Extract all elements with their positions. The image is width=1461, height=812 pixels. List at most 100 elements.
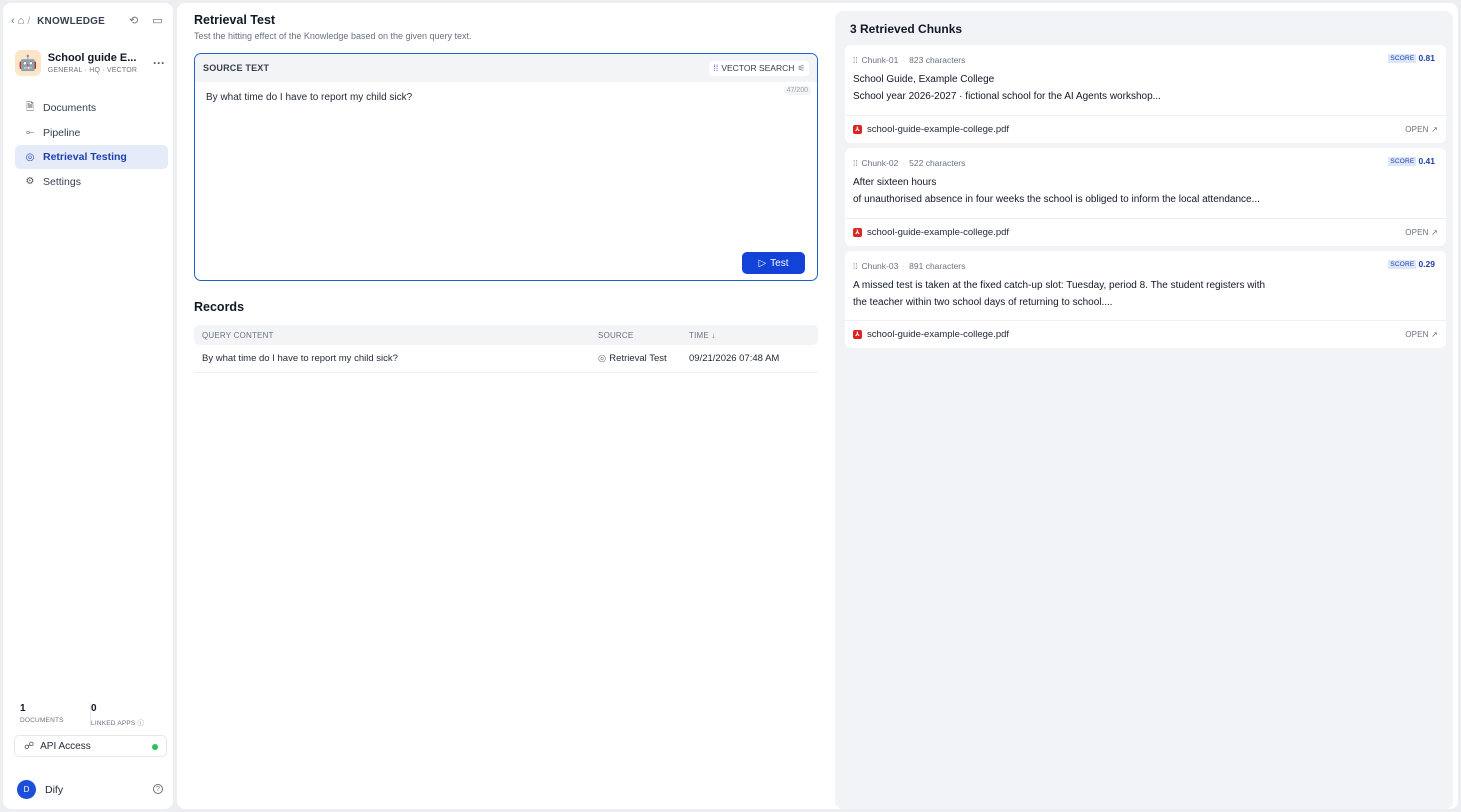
score-value: 0.29: [1418, 259, 1435, 269]
chevron-left-icon[interactable]: ‹: [11, 15, 15, 27]
chunk-text-line: of unauthorised absence in four weeks th…: [853, 194, 1260, 205]
retrieval-mode-selector[interactable]: ⁞⁞ VECTOR SEARCH ⚟: [709, 60, 809, 76]
sidebar-item-label: Settings: [43, 175, 81, 188]
user-menu[interactable]: D Dify ?: [17, 780, 163, 799]
page-title: Retrieval Test: [194, 13, 276, 27]
documents-label: DOCUMENTS: [20, 717, 64, 724]
retrieval-mode-label: VECTOR SEARCH: [721, 63, 795, 73]
open-link[interactable]: OPEN ↗: [1405, 125, 1438, 134]
api-access-button[interactable]: ☍ API Access: [14, 735, 167, 757]
source-text-label: SOURCE TEXT: [203, 63, 270, 73]
meta-separator: ·: [902, 55, 906, 65]
help-icon[interactable]: ?: [153, 784, 163, 794]
chunk-text-line: After sixteen hours: [853, 177, 937, 188]
query-panel: SOURCE TEXT ⁞⁞ VECTOR SEARCH ⚟ 47/200 By…: [194, 53, 818, 281]
page-description: Test the hitting effect of the Knowledge…: [194, 31, 472, 41]
header-source: SOURCE: [598, 330, 634, 340]
chunk-card[interactable]: ⁞⁞ Chunk-02 · 522 characters SCORE 0.41 …: [845, 148, 1446, 246]
linked-apps-label: LINKED APPS ⓘ: [91, 720, 145, 727]
chunk-characters: 823 characters: [909, 55, 966, 65]
sidebar-item-label: Pipeline: [43, 126, 81, 139]
sidebar: ‹ ⌂ / KNOWLEDGE ⟲ ▭ 🤖 School guide E... …: [3, 3, 173, 809]
sidebar-item-settings[interactable]: ⚙ Settings: [15, 170, 168, 194]
vector-grid-icon: ⁞⁞: [713, 63, 719, 73]
chunk-file-name: school-guide-example-college.pdf: [867, 124, 1010, 135]
pdf-icon: ⅄: [853, 330, 862, 339]
linked-apps-count: 0: [91, 703, 97, 714]
chunk-grid-icon: ⁞⁞: [853, 261, 858, 271]
collapse-sidebar-icon[interactable]: ▭: [152, 14, 162, 27]
score-label: SCORE: [1388, 156, 1417, 166]
documents-stat: 1 DOCUMENTS: [20, 703, 90, 727]
document-icon: 🗎: [25, 101, 35, 113]
knowledge-meta: GENERAL · HQ · VECTOR: [47, 67, 138, 74]
chunk-text-line: School year 2026-2027 · fictional school…: [853, 91, 1161, 102]
sidebar-nav: 🗎 Documents ⟜ Pipeline ◎ Retrieval Testi…: [15, 96, 168, 194]
score-label: SCORE: [1388, 53, 1417, 63]
chunk-score: SCORE 0.41: [1388, 156, 1435, 166]
test-button[interactable]: ▷ Test: [742, 252, 805, 274]
linked-apps-stat[interactable]: 0 LINKED APPS ⓘ: [90, 703, 160, 727]
play-icon: ▷: [758, 257, 767, 269]
header-query-content: QUERY CONTENT: [202, 330, 274, 340]
chunk-id: Chunk-01: [861, 55, 899, 65]
settings-icon: ⚙: [25, 176, 35, 187]
refresh-icon[interactable]: ⟲: [129, 14, 138, 27]
breadcrumb-knowledge[interactable]: KNOWLEDGE: [37, 16, 105, 27]
sidebar-item-retrieval-testing[interactable]: ◎ Retrieval Testing: [15, 145, 168, 169]
character-count: 47/200: [783, 86, 811, 95]
records-title: Records: [194, 300, 245, 314]
more-options-icon[interactable]: ···: [153, 56, 165, 70]
pdf-icon: ⅄: [853, 228, 862, 237]
breadcrumb: ‹ ⌂ / KNOWLEDGE: [11, 14, 105, 28]
breadcrumb-separator: /: [27, 15, 31, 27]
chunk-score: SCORE 0.81: [1388, 53, 1435, 63]
open-link[interactable]: OPEN ↗: [1405, 330, 1438, 339]
chunk-card[interactable]: ⁞⁞ Chunk-03 · 891 characters SCORE 0.29 …: [845, 251, 1446, 348]
score-value: 0.81: [1418, 53, 1435, 63]
knowledge-stats: 1 DOCUMENTS 0 LINKED APPS ⓘ: [20, 703, 160, 727]
chunk-grid-icon: ⁞⁞: [853, 158, 858, 168]
header-time[interactable]: TIME ↓: [689, 331, 818, 340]
chunk-text-line: the teacher within two school days of re…: [853, 297, 1113, 308]
results-title: 3 Retrieved Chunks: [850, 22, 963, 36]
api-status-indicator: [152, 744, 158, 750]
score-label: SCORE: [1388, 259, 1417, 269]
settings-sliders-icon: ⚟: [797, 62, 805, 73]
pipeline-icon: ⟜: [26, 127, 34, 138]
api-access-label: API Access: [40, 740, 91, 752]
pdf-icon: ⅄: [853, 125, 862, 134]
sidebar-item-pipeline[interactable]: ⟜ Pipeline: [15, 121, 168, 145]
query-textarea[interactable]: By what time do I have to report my chil…: [206, 92, 412, 103]
sidebar-item-documents[interactable]: 🗎 Documents: [15, 96, 168, 120]
chunk-id: Chunk-03: [861, 261, 899, 271]
home-icon[interactable]: ⌂: [18, 15, 25, 27]
chunk-card[interactable]: ⁞⁞ Chunk-01 · 823 characters SCORE 0.81 …: [845, 45, 1446, 143]
user-name: Dify: [45, 783, 64, 796]
chunk-file-name: school-guide-example-college.pdf: [867, 329, 1010, 340]
record-query: By what time do I have to report my chil…: [202, 353, 398, 364]
record-source-label: Retrieval Test: [609, 353, 667, 364]
table-header: QUERY CONTENT SOURCE TIME ↓: [194, 325, 818, 345]
chunk-file-name: school-guide-example-college.pdf: [867, 227, 1010, 238]
knowledge-header: 🤖 School guide E... GENERAL · HQ · VECTO…: [15, 50, 165, 76]
knowledge-avatar: 🤖: [15, 50, 41, 76]
main-content: Retrieval Test Test the hitting effect o…: [177, 3, 1458, 809]
chunk-characters: 522 characters: [909, 158, 966, 168]
record-time: 09/21/2026 07:48 AM: [689, 353, 780, 364]
chunk-characters: 891 characters: [909, 261, 966, 271]
chunk-grid-icon: ⁞⁞: [853, 55, 858, 65]
target-icon: ◎: [598, 353, 607, 364]
sidebar-item-label: Retrieval Testing: [43, 151, 127, 163]
test-button-label: Test: [770, 257, 789, 269]
results-panel: 3 Retrieved Chunks ⁞⁞ Chunk-01 · 823 cha…: [835, 11, 1453, 809]
table-row[interactable]: By what time do I have to report my chil…: [194, 345, 818, 373]
chunk-score: SCORE 0.29: [1388, 259, 1435, 269]
open-link[interactable]: OPEN ↗: [1405, 228, 1438, 237]
avatar: D: [17, 780, 36, 799]
meta-separator: ·: [902, 261, 906, 271]
knowledge-name: School guide E...: [47, 52, 137, 64]
record-source: ◎ Retrieval Test: [598, 353, 689, 364]
api-icon: ☍: [24, 740, 35, 752]
score-value: 0.41: [1418, 156, 1435, 166]
